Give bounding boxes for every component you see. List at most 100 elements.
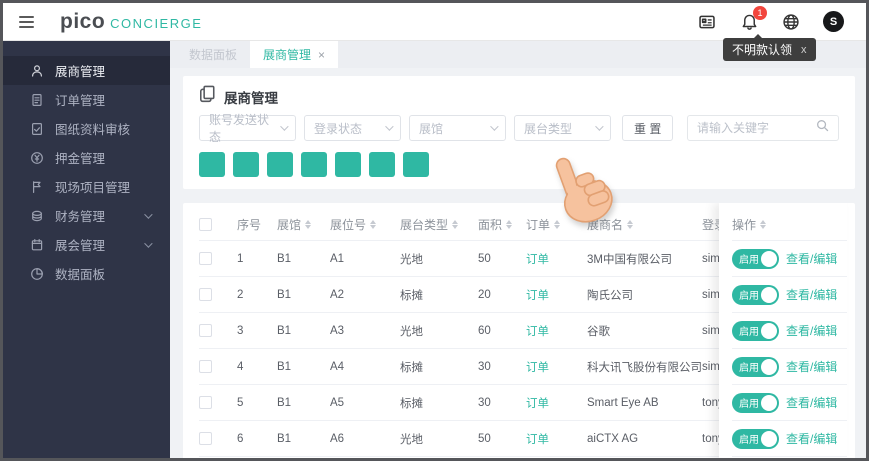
toolbar-button[interactable] bbox=[403, 152, 429, 177]
enable-toggle[interactable]: 启用 bbox=[732, 356, 779, 377]
language-globe-icon[interactable] bbox=[781, 12, 801, 32]
order-link[interactable]: 订单 bbox=[526, 287, 549, 303]
sidebar-item[interactable]: 图纸资料审核 bbox=[3, 114, 170, 143]
filter-dropdown[interactable]: 账号发送状态 bbox=[199, 113, 296, 144]
cell-booth-type: 光地 bbox=[400, 325, 423, 338]
column-header[interactable]: 展商名 bbox=[587, 216, 702, 233]
column-header[interactable]: 展台类型 bbox=[400, 216, 478, 233]
order-link[interactable]: 订单 bbox=[526, 431, 549, 447]
cell-exhibitor-name: 谷歌 bbox=[587, 325, 610, 338]
sort-carets-icon[interactable] bbox=[506, 220, 513, 229]
table-card: 序号 展馆 展位号 展台类型 面积 订单 展商名 1 B1 A1 光地 50 订… bbox=[183, 203, 855, 458]
filter-dropdown[interactable]: 展馆 bbox=[409, 115, 506, 141]
exhibition-icon bbox=[30, 238, 44, 252]
view-edit-link[interactable]: 查看/编辑 bbox=[786, 358, 837, 375]
hamburger-menu-icon[interactable] bbox=[19, 15, 34, 28]
cell-index: 5 bbox=[237, 396, 244, 409]
user-avatar[interactable]: S bbox=[823, 11, 844, 32]
enable-toggle[interactable]: 启用 bbox=[732, 248, 779, 269]
sort-carets-icon[interactable] bbox=[627, 220, 634, 229]
row-checkbox[interactable] bbox=[199, 360, 212, 373]
order-icon bbox=[30, 93, 44, 107]
view-edit-link[interactable]: 查看/编辑 bbox=[786, 394, 837, 411]
row-checkbox[interactable] bbox=[199, 324, 212, 337]
tooltip-close-icon[interactable]: x bbox=[801, 44, 807, 56]
cell-area: 60 bbox=[478, 324, 491, 337]
row-checkbox[interactable] bbox=[199, 252, 212, 265]
order-link[interactable]: 订单 bbox=[526, 359, 549, 375]
search-icon[interactable] bbox=[816, 119, 829, 137]
cell-area: 20 bbox=[478, 288, 491, 301]
order-link[interactable]: 订单 bbox=[526, 323, 549, 339]
sidebar-item[interactable]: 押金管理 bbox=[3, 143, 170, 172]
operation-row: 启用 查看/编辑 bbox=[732, 276, 847, 312]
toolbar-button[interactable] bbox=[369, 152, 395, 177]
sidebar-item[interactable]: 现场项目管理 bbox=[3, 172, 170, 201]
view-edit-link[interactable]: 查看/编辑 bbox=[786, 286, 837, 303]
sort-carets-icon[interactable] bbox=[452, 220, 459, 229]
toolbar-button[interactable] bbox=[301, 152, 327, 177]
operation-row-partial: 启用 bbox=[732, 456, 847, 458]
cell-exhibitor-name: aiCTX AG bbox=[587, 432, 639, 445]
column-header[interactable]: 订单 bbox=[526, 216, 587, 233]
sidebar-item-label: 数据面板 bbox=[55, 268, 106, 282]
view-edit-link[interactable]: 查看/编辑 bbox=[786, 322, 837, 339]
toolbar-button[interactable] bbox=[199, 152, 225, 177]
enable-toggle[interactable]: 启用 bbox=[732, 284, 779, 305]
row-checkbox[interactable] bbox=[199, 396, 212, 409]
enable-toggle[interactable]: 启用 bbox=[732, 392, 779, 413]
tab-close-icon[interactable]: × bbox=[318, 48, 325, 62]
order-link[interactable]: 订单 bbox=[526, 395, 549, 411]
onsite-project-icon bbox=[30, 180, 44, 194]
sort-carets-icon[interactable] bbox=[760, 220, 767, 229]
column-header[interactable]: 面积 bbox=[478, 216, 526, 233]
page-title: 展商管理 bbox=[224, 90, 278, 106]
sort-carets-icon[interactable] bbox=[554, 220, 561, 229]
search-input[interactable] bbox=[697, 121, 816, 135]
cell-booth-type: 标摊 bbox=[400, 289, 423, 302]
column-header[interactable]: 展馆 bbox=[277, 216, 330, 233]
order-link[interactable]: 订单 bbox=[526, 251, 549, 267]
sidebar-item-label: 图纸资料审核 bbox=[55, 123, 131, 137]
sidebar-item[interactable]: 数据面板 bbox=[3, 259, 170, 288]
view-edit-link[interactable]: 查看/编辑 bbox=[786, 430, 837, 447]
reset-button[interactable]: 重 置 bbox=[622, 115, 674, 141]
toolbar-button[interactable] bbox=[267, 152, 293, 177]
notification-badge: 1 bbox=[753, 5, 767, 20]
enable-toggle[interactable]: 启用 bbox=[732, 320, 779, 341]
tab[interactable]: 数据面板 bbox=[176, 41, 250, 68]
row-checkbox[interactable] bbox=[199, 288, 212, 301]
filter-dropdown[interactable]: 登录状态 bbox=[304, 115, 401, 141]
column-header-label: 序号 bbox=[237, 218, 262, 232]
view-edit-link[interactable]: 查看/编辑 bbox=[786, 250, 837, 267]
row-checkbox[interactable] bbox=[199, 432, 212, 445]
column-header-label: 面积 bbox=[478, 218, 503, 232]
sort-carets-icon[interactable] bbox=[370, 220, 377, 229]
operation-fixed-column: 操作 启用 查看/编辑 启用 查看/编辑 启用 查看/编辑 启用 查看/编辑 启… bbox=[719, 203, 847, 458]
sort-carets-icon[interactable] bbox=[305, 220, 312, 229]
cell-area: 30 bbox=[478, 360, 491, 373]
select-all-checkbox[interactable] bbox=[199, 218, 212, 231]
toolbar-button[interactable] bbox=[233, 152, 259, 177]
sidebar-item[interactable]: 财务管理 bbox=[3, 201, 170, 230]
column-header-label: 展馆 bbox=[277, 218, 302, 232]
toolbar-button[interactable] bbox=[335, 152, 361, 177]
cell-booth: A6 bbox=[330, 432, 345, 445]
sidebar-item-label: 订单管理 bbox=[55, 94, 106, 108]
column-header[interactable]: 序号 bbox=[237, 216, 277, 233]
claim-list-icon[interactable] bbox=[697, 12, 717, 32]
sidebar-item[interactable]: 展商管理 bbox=[3, 56, 170, 85]
cell-hall: B1 bbox=[277, 324, 292, 337]
sidebar-item[interactable]: 订单管理 bbox=[3, 85, 170, 114]
logo-concierge-text: CONCIERGE bbox=[110, 15, 203, 31]
search-box bbox=[687, 115, 839, 141]
tab[interactable]: 展商管理 × bbox=[250, 41, 339, 68]
column-header[interactable]: 展位号 bbox=[330, 216, 400, 233]
cell-index: 1 bbox=[237, 252, 244, 265]
operation-row: 启用 查看/编辑 bbox=[732, 384, 847, 420]
cell-index: 3 bbox=[237, 324, 244, 337]
enable-toggle[interactable]: 启用 bbox=[732, 428, 779, 449]
filter-dropdown[interactable]: 展台类型 bbox=[514, 115, 611, 141]
sidebar-item[interactable]: 展会管理 bbox=[3, 230, 170, 259]
cell-booth: A1 bbox=[330, 252, 345, 265]
